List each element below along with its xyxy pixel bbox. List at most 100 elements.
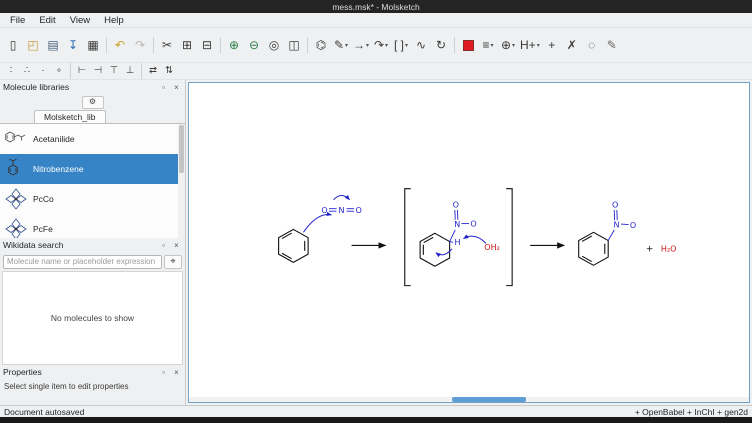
lasso-tool-button[interactable]: ◌ — [583, 35, 601, 55]
zoom-out-button[interactable]: ⊖ — [245, 35, 263, 55]
properties-hint: Select single item to edit properties — [0, 379, 185, 394]
redo-icon: ↷ — [135, 39, 145, 51]
add-lone-pair-button[interactable]: ∶ — [4, 64, 18, 78]
mechanism-arrow-nitronium — [334, 195, 350, 199]
menu-edit[interactable]: Edit — [32, 14, 62, 27]
flip-horizontal-button[interactable]: ⇄ — [146, 64, 160, 78]
zoom-original-button[interactable]: ◎ — [265, 35, 283, 55]
toolbar-separator — [454, 37, 455, 53]
menubar: File Edit View Help — [0, 13, 752, 28]
cut-button[interactable]: ✂ — [158, 35, 176, 55]
flip-vertical-button[interactable]: ⇅ — [162, 64, 176, 78]
line-width-icon: ≡ — [483, 39, 490, 51]
wikidata-search-button[interactable]: ⌖ — [164, 255, 182, 269]
hydrogen-add-icon: H+ — [520, 39, 536, 51]
redo-button[interactable]: ↷ — [131, 35, 149, 55]
text-tool-button[interactable]: ✎ — [603, 35, 621, 55]
align-left-button[interactable]: ⊢ — [75, 64, 89, 78]
bracket-tool-button[interactable]: [ ]▾ — [392, 35, 410, 55]
hydrogen-add-button[interactable]: H+▾ — [519, 35, 541, 55]
delete-tool-button[interactable]: ✗ — [563, 35, 581, 55]
increase-charge-button[interactable]: ⊕▾ — [499, 35, 517, 55]
add-radical-icon: ∙ — [42, 66, 45, 76]
remove-radical-button[interactable]: ∘ — [52, 64, 66, 78]
menu-view[interactable]: View — [63, 14, 97, 27]
wikidata-close-button[interactable]: × — [171, 240, 182, 251]
undo-icon: ↶ — [115, 39, 125, 51]
tab-molsketch-lib[interactable]: Molsketch_lib — [34, 110, 106, 123]
wikidata-search-input[interactable] — [3, 255, 162, 269]
library-scrollbar[interactable] — [178, 124, 185, 238]
copy-button[interactable]: ⊞ — [178, 35, 196, 55]
toolbar-separator — [141, 63, 142, 79]
canvas-hscrollbar-thumb[interactable] — [452, 397, 526, 402]
close-icon: × — [174, 241, 179, 250]
line-width-button[interactable]: ≡▾ — [479, 35, 497, 55]
acetanilide-structure-icon — [3, 127, 29, 151]
library-item-pcfe[interactable]: PcFe — [0, 214, 185, 238]
align-right-button[interactable]: ⊣ — [91, 64, 105, 78]
align-bottom-button[interactable]: ⊥ — [123, 64, 137, 78]
open-document-button[interactable]: ◰ — [24, 35, 42, 55]
reaction-arrow-tool-icon: → — [353, 39, 365, 51]
zoom-in-button[interactable]: ⊕ — [225, 35, 243, 55]
desktop-strip — [0, 417, 752, 423]
drawing-canvas[interactable]: O N O — [188, 82, 750, 403]
print-document-button[interactable]: ▦ — [84, 35, 102, 55]
gear-icon: ⚙ — [89, 97, 96, 106]
undo-button[interactable]: ↶ — [111, 35, 129, 55]
molsketch-window: mess.msk* - Molsketch File Edit View Hel… — [0, 0, 752, 423]
library-config-button[interactable]: ⚙ — [82, 96, 104, 109]
draw-tool-button[interactable]: ✎▾ — [332, 35, 350, 55]
paste-button[interactable]: ⊟ — [198, 35, 216, 55]
canvas-hscrollbar[interactable] — [189, 397, 749, 402]
insert-ring-button[interactable]: ⌬ — [312, 35, 330, 55]
library-scrollbar-thumb[interactable] — [179, 125, 184, 173]
new-document-button[interactable]: ▯ — [4, 35, 22, 55]
properties-float-button[interactable]: ▫ — [158, 367, 169, 378]
menu-file[interactable]: File — [3, 14, 32, 27]
remove-lone-pair-button[interactable]: ∴ — [20, 64, 34, 78]
library-item-pcco[interactable]: PcCo — [0, 184, 185, 214]
color-swatch-button[interactable] — [459, 35, 477, 55]
align-top-icon: ⊤ — [110, 66, 118, 76]
mechanism-arrow-tool-button[interactable]: ↷▾ — [372, 35, 390, 55]
new-document-icon: ▯ — [10, 39, 17, 51]
save-document-button[interactable]: ▤ — [44, 35, 62, 55]
align-top-button[interactable]: ⊤ — [107, 64, 121, 78]
toolbar-separator — [70, 63, 71, 79]
bracket-right — [506, 189, 512, 286]
libraries-float-button[interactable]: ▫ — [158, 82, 169, 93]
library-item-nitrobenzene[interactable]: Nitrobenzene — [0, 154, 185, 184]
rotate-tool-button[interactable]: ↻ — [432, 35, 450, 55]
dropdown-arrow-icon: ▾ — [491, 42, 494, 49]
bracket-tool-icon: [ ] — [394, 39, 404, 51]
nitrobenzene-product: N O O — [579, 201, 637, 266]
chain-tool-button[interactable]: ∿ — [412, 35, 430, 55]
svg-text:N: N — [339, 206, 345, 215]
zoom-out-icon: ⊖ — [249, 39, 259, 51]
move-tool-button[interactable]: + — [543, 35, 561, 55]
svg-text:N: N — [454, 220, 460, 229]
close-icon: × — [174, 83, 179, 92]
mechanism-arrow-tool-icon: ↷ — [374, 39, 384, 51]
reaction-arrow-tool-button[interactable]: →▾ — [352, 35, 370, 55]
mechanism-arrow-attack — [303, 215, 331, 233]
add-radical-button[interactable]: ∙ — [36, 64, 50, 78]
wikidata-search-row: ⌖ — [0, 252, 185, 271]
library-item-acetanilide[interactable]: Acetanilide — [0, 124, 185, 154]
flip-vertical-icon: ⇅ — [165, 66, 173, 76]
svg-text:H: H — [454, 238, 460, 247]
increase-charge-icon: ⊕ — [501, 39, 511, 51]
libraries-close-button[interactable]: × — [171, 82, 182, 93]
properties-close-button[interactable]: × — [171, 367, 182, 378]
toolbar-separator — [106, 37, 107, 53]
copy-icon: ⊞ — [182, 39, 192, 51]
nitrobenzene-structure-icon — [3, 157, 29, 181]
export-image-button[interactable]: ↧ — [64, 35, 82, 55]
dropdown-arrow-icon: ▾ — [405, 42, 408, 49]
menu-help[interactable]: Help — [97, 14, 131, 27]
zoom-fit-button[interactable]: ◫ — [285, 35, 303, 55]
dropdown-arrow-icon: ▾ — [537, 42, 540, 49]
wikidata-float-button[interactable]: ▫ — [158, 240, 169, 251]
